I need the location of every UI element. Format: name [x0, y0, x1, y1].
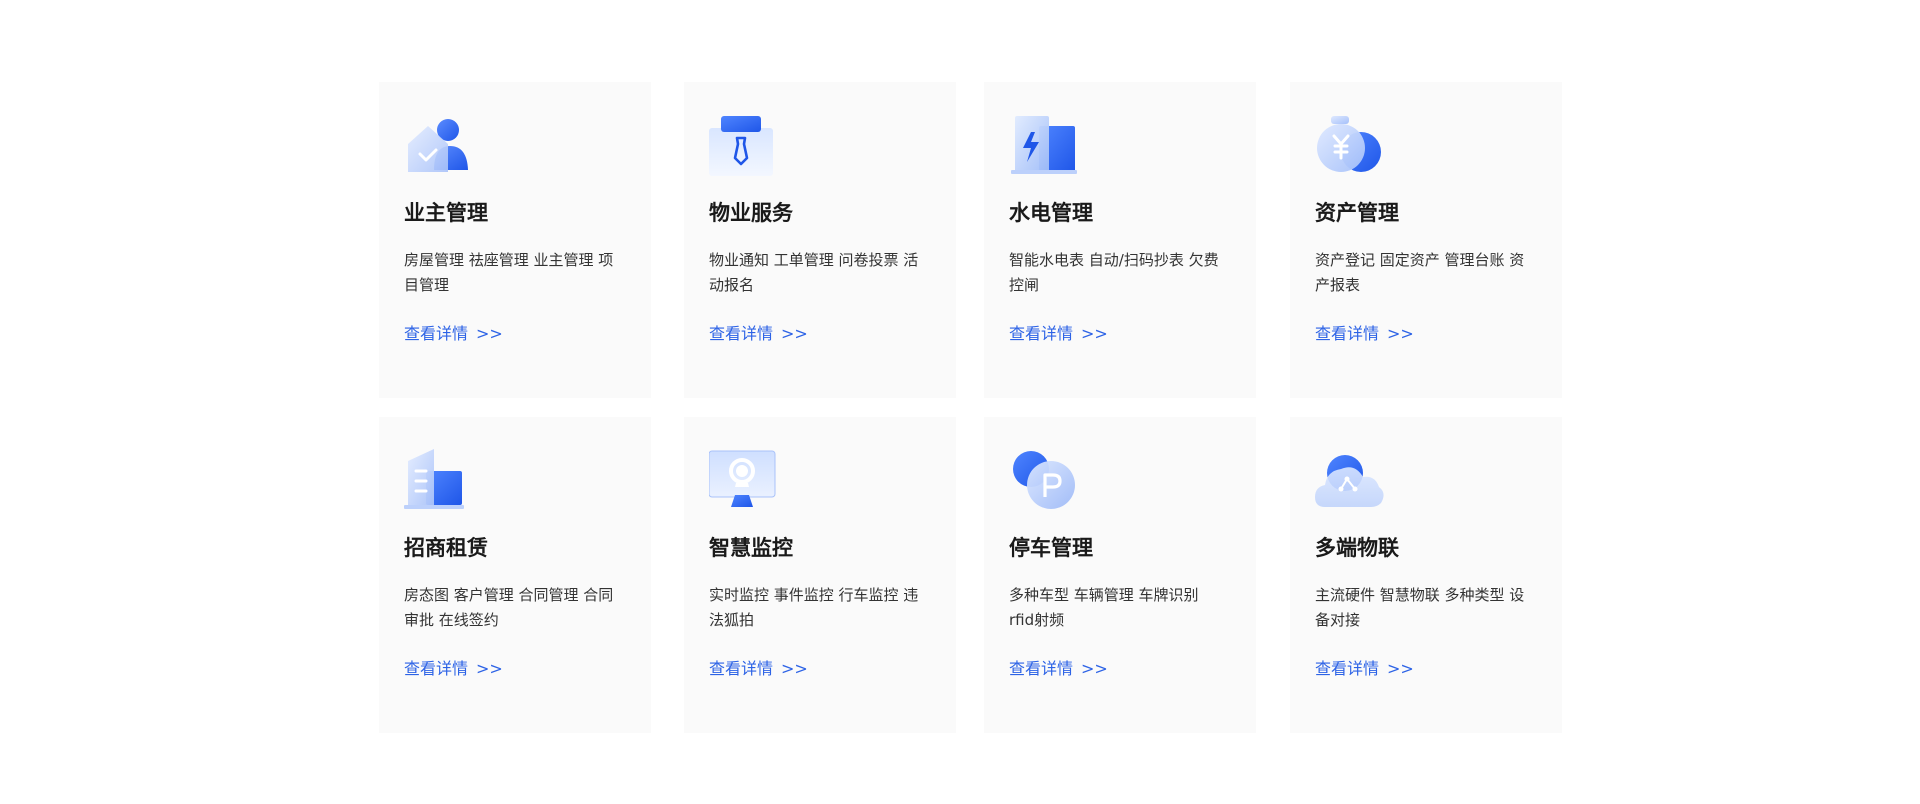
view-details-arrow[interactable]: >>	[476, 324, 503, 343]
monitor-camera-icon	[709, 449, 779, 513]
view-details-link[interactable]: 查看详情 >>	[709, 322, 808, 346]
card-title: 水电管理	[1009, 201, 1093, 225]
card-title: 停车管理	[1009, 536, 1093, 560]
view-details-link[interactable]: 查看详情 >>	[1315, 322, 1414, 346]
view-details-link[interactable]: 查看详情 >>	[709, 657, 808, 681]
money-bag-icon	[1315, 114, 1385, 178]
view-details-label[interactable]: 查看详情	[1315, 324, 1379, 343]
card-title: 物业服务	[709, 201, 793, 225]
view-details-label[interactable]: 查看详情	[404, 324, 468, 343]
card-title: 业主管理	[404, 201, 488, 225]
office-building-icon	[404, 449, 474, 513]
view-details-link[interactable]: 查看详情 >>	[1009, 657, 1108, 681]
view-details-arrow[interactable]: >>	[1387, 659, 1414, 678]
view-details-arrow[interactable]: >>	[476, 659, 503, 678]
card-description: 房态图 客户管理 合同管理 合同审批 在线签约	[404, 586, 614, 629]
view-details-label[interactable]: 查看详情	[709, 324, 773, 343]
view-details-arrow[interactable]: >>	[1081, 324, 1108, 343]
parking-icon	[1009, 449, 1079, 513]
feature-card-iot-devices[interactable]: 多端物联 主流硬件 智慧物联 多种类型 设备对接 查看详情 >>	[1290, 417, 1562, 733]
view-details-arrow[interactable]: >>	[1081, 659, 1108, 678]
card-description: 智能水电表 自动/扫码抄表 欠费控闸	[1009, 251, 1219, 294]
view-details-label[interactable]: 查看详情	[404, 659, 468, 678]
view-details-arrow[interactable]: >>	[1387, 324, 1414, 343]
view-details-label[interactable]: 查看详情	[709, 659, 773, 678]
card-title: 智慧监控	[709, 536, 793, 560]
view-details-link[interactable]: 查看详情 >>	[1315, 657, 1414, 681]
feature-card-utility-management[interactable]: 水电管理 智能水电表 自动/扫码抄表 欠费控闸 查看详情 >>	[984, 82, 1256, 398]
card-description: 多种车型 车辆管理 车牌识别 rfid射频	[1009, 586, 1199, 629]
card-description: 实时监控 事件监控 行车监控 违法狐拍	[709, 586, 919, 629]
feature-card-asset-management[interactable]: 资产管理 资产登记 固定资产 管理台账 资产报表 查看详情 >>	[1290, 82, 1562, 398]
feature-grid: 业主管理 房屋管理 祛座管理 业主管理 项目管理 查看详情 >> 物业服务 物业通…	[0, 0, 1920, 804]
view-details-arrow[interactable]: >>	[781, 659, 808, 678]
feature-card-parking-management[interactable]: 停车管理 多种车型 车辆管理 车牌识别 rfid射频 查看详情 >>	[984, 417, 1256, 733]
view-details-link[interactable]: 查看详情 >>	[404, 657, 503, 681]
card-description: 物业通知 工单管理 问卷投票 活动报名	[709, 251, 919, 294]
card-description: 主流硬件 智慧物联 多种类型 设备对接	[1315, 586, 1525, 629]
view-details-label[interactable]: 查看详情	[1009, 324, 1073, 343]
view-details-link[interactable]: 查看详情 >>	[1009, 322, 1108, 346]
cloud-share-icon	[1315, 449, 1385, 513]
staff-tie-icon	[709, 114, 779, 178]
card-title: 招商租赁	[404, 536, 488, 560]
feature-card-owner-management[interactable]: 业主管理 房屋管理 祛座管理 业主管理 项目管理 查看详情 >>	[379, 82, 651, 398]
view-details-link[interactable]: 查看详情 >>	[404, 322, 503, 346]
feature-card-smart-monitoring[interactable]: 智慧监控 实时监控 事件监控 行车监控 违法狐拍 查看详情 >>	[684, 417, 956, 733]
card-title: 资产管理	[1315, 201, 1399, 225]
owner-home-icon	[404, 114, 474, 178]
card-description: 资产登记 固定资产 管理台账 资产报表	[1315, 251, 1525, 294]
feature-card-leasing[interactable]: 招商租赁 房态图 客户管理 合同管理 合同审批 在线签约 查看详情 >>	[379, 417, 651, 733]
view-details-label[interactable]: 查看详情	[1009, 659, 1073, 678]
card-title: 多端物联	[1315, 536, 1399, 560]
feature-card-property-service[interactable]: 物业服务 物业通知 工单管理 问卷投票 活动报名 查看详情 >>	[684, 82, 956, 398]
view-details-arrow[interactable]: >>	[781, 324, 808, 343]
utility-building-icon	[1009, 114, 1079, 178]
card-description: 房屋管理 祛座管理 业主管理 项目管理	[404, 251, 614, 294]
view-details-label[interactable]: 查看详情	[1315, 659, 1379, 678]
